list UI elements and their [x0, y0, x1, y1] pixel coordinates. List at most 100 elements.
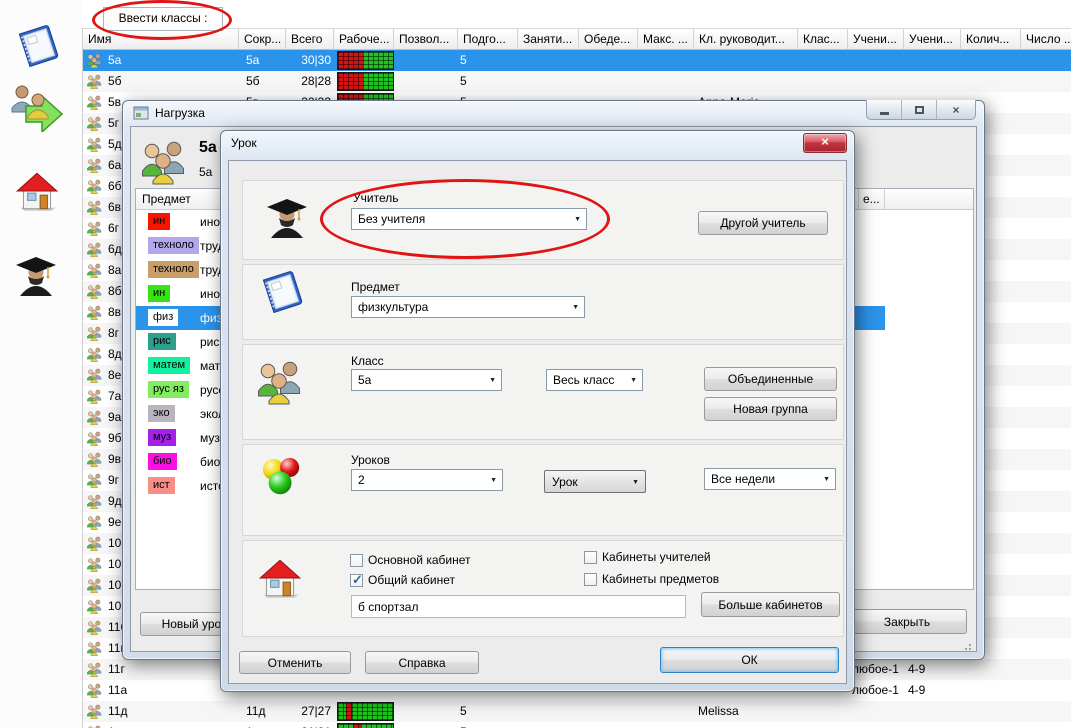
class-abbr-cell: 5а — [246, 50, 284, 71]
main-room-checkbox[interactable] — [350, 554, 363, 567]
students-cell-2 — [908, 722, 958, 728]
class-total-cell: 30|30 — [286, 50, 331, 71]
lesson-dialog-titlebar[interactable]: Урок — [231, 136, 257, 150]
joined-classes-button[interactable]: Объединенные — [704, 367, 837, 391]
cancel-button[interactable]: Отменить — [239, 651, 351, 674]
column-header[interactable]: Макс. ... — [638, 29, 694, 49]
students-cell-1 — [852, 722, 906, 728]
subject-tag: рис — [148, 333, 176, 350]
class-group-icon — [255, 359, 305, 408]
students-cell-1: любое-1 — [852, 680, 906, 701]
room-input[interactable]: б спортзал — [351, 595, 686, 618]
app-window: Ввести классы : ИмяСокр...ВсегоРабоче...… — [0, 0, 1071, 728]
teacher-rooms-label: Кабинеты учителей — [602, 550, 711, 564]
students-cell-2: 4-9 — [908, 680, 958, 701]
ok-button[interactable]: ОК — [660, 647, 839, 673]
teacher-icon[interactable] — [14, 252, 58, 298]
column-header[interactable]: Число .. — [1021, 29, 1071, 49]
main-room-label: Основной кабинет — [368, 553, 471, 567]
load-dialog-title: Нагрузка — [155, 106, 205, 120]
class-icon — [86, 578, 103, 593]
teacher-select[interactable]: Без учителя — [351, 208, 587, 230]
students-transfer-icon[interactable] — [8, 82, 64, 132]
subject-tag: матем — [148, 357, 190, 374]
close-icon: × — [952, 103, 959, 117]
column-header[interactable]: Обеде... — [579, 29, 638, 49]
new-group-button[interactable]: Новая группа — [704, 397, 837, 421]
help-button[interactable]: Справка — [365, 651, 479, 674]
other-teacher-button[interactable]: Другой учитель — [698, 211, 828, 235]
students-cell-2 — [908, 50, 958, 71]
class-icon — [86, 662, 103, 677]
enter-classes-button[interactable]: Ввести классы : — [103, 7, 223, 31]
class-total-cell: 28|28 — [286, 71, 331, 92]
class-icon — [86, 95, 103, 110]
class-row[interactable]: 1 1 31|31 5 — [83, 722, 1071, 728]
class-icon — [86, 536, 103, 551]
column-header[interactable]: Рабоче... — [334, 29, 394, 49]
lesson-type-select[interactable]: Урок — [544, 470, 646, 493]
maximize-icon — [915, 106, 924, 114]
close-lesson-button[interactable]: × — [803, 133, 847, 153]
right-column-header[interactable]: е... — [858, 189, 885, 209]
class-name-cell: 11г — [86, 659, 238, 680]
class-name-cell: 5а — [86, 50, 238, 71]
class-icon — [86, 116, 103, 131]
lessons-count-select[interactable]: 2 — [351, 469, 503, 491]
prep-cell: 5 — [460, 701, 516, 722]
class-name-cell: 5б — [86, 71, 238, 92]
class-icon — [86, 263, 103, 278]
shared-room-checkbox[interactable] — [350, 574, 363, 587]
class-icon — [86, 74, 103, 89]
column-header[interactable]: Учени... — [904, 29, 961, 49]
column-header[interactable]: Кл. руководит... — [694, 29, 798, 49]
class-icon — [86, 137, 103, 152]
more-rooms-button[interactable]: Больше кабинетов — [701, 592, 840, 617]
subject-tag: ин — [148, 213, 170, 230]
class-row[interactable]: 11д 11д 27|27 5 Melissa — [83, 701, 1071, 722]
subject-tag: био — [148, 453, 177, 470]
class-row[interactable]: 5б 5б 28|28 5 — [83, 71, 1071, 92]
column-header[interactable]: Заняти... — [518, 29, 579, 49]
close-load-button[interactable]: Закрыть — [847, 609, 967, 634]
class-icon — [86, 494, 103, 509]
class-icon — [86, 347, 103, 362]
minimize-button[interactable] — [867, 100, 902, 119]
column-header[interactable]: Клас... — [798, 29, 848, 49]
subject-tag: физ — [148, 309, 178, 326]
teacher-rooms-checkbox[interactable] — [584, 551, 597, 564]
subject-select[interactable]: физкультура — [351, 296, 585, 318]
lesson-dialog-content: Учитель Без учителя Другой учитель Предм… — [228, 160, 847, 684]
class-teacher-cell — [698, 50, 798, 71]
class-icon — [86, 515, 103, 530]
notebook-icon[interactable] — [14, 22, 62, 70]
class-row[interactable]: 5а 5а 30|30 5 — [83, 50, 1071, 71]
column-header[interactable]: Подго... — [458, 29, 518, 49]
load-dialog-titlebar[interactable]: Нагрузка — [133, 106, 205, 120]
prep-cell: 5 — [460, 71, 516, 92]
class-icon — [86, 557, 103, 572]
subject-rooms-checkbox[interactable] — [584, 573, 597, 586]
subjects-column-header[interactable]: Предмет — [142, 192, 191, 206]
column-header[interactable]: Всего — [286, 29, 334, 49]
weeks-select[interactable]: Все недели — [704, 468, 836, 490]
maximize-button[interactable] — [902, 100, 937, 119]
column-header[interactable]: Учени... — [848, 29, 904, 49]
class-total-cell: 27|27 — [286, 701, 331, 722]
window-icon — [133, 106, 149, 120]
class-icon — [86, 620, 103, 635]
class-group-icon — [139, 139, 189, 188]
class-select[interactable]: 5а — [351, 369, 502, 391]
home-icon[interactable] — [12, 168, 62, 214]
column-header[interactable]: Колич... — [961, 29, 1021, 49]
class-name-cell: 1 — [86, 722, 238, 728]
class-scope-select[interactable]: Весь класс — [546, 369, 643, 391]
class-teacher-cell: Melissa — [698, 701, 798, 722]
class-icon — [86, 179, 103, 194]
load-class-subtitle: 5а — [199, 165, 212, 179]
close-window-button[interactable]: × — [937, 100, 975, 119]
column-header[interactable]: Имя — [83, 29, 239, 49]
column-header[interactable]: Сокр... — [239, 29, 286, 49]
column-header[interactable]: Позвол... — [394, 29, 458, 49]
resize-grip[interactable] — [969, 644, 971, 646]
